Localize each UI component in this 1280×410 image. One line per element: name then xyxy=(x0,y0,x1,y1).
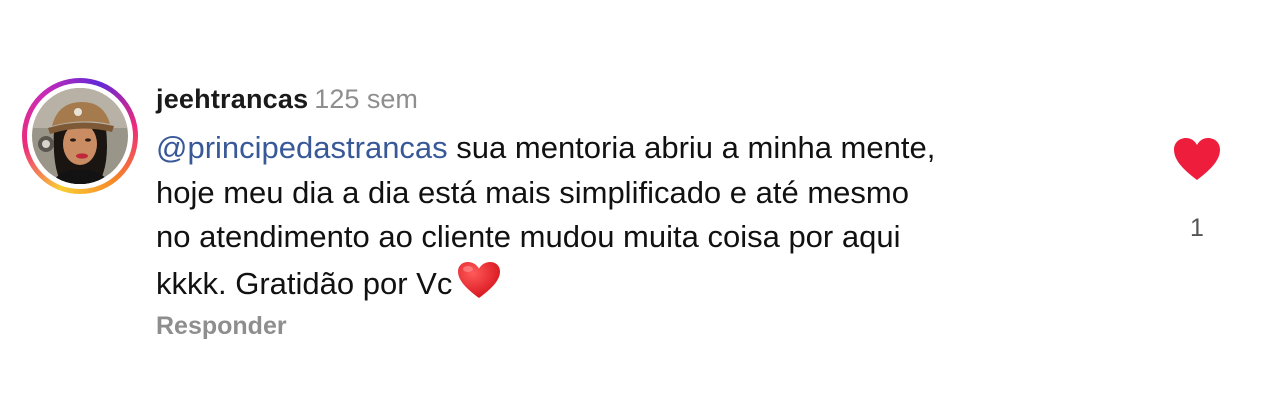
like-count: 1 xyxy=(1190,214,1204,242)
red-heart-emoji-icon xyxy=(456,260,502,313)
heart-icon xyxy=(1174,138,1220,180)
comment-text-line-1: sua mentoria abriu a minha mente, xyxy=(447,130,936,165)
timestamp: 125 sem xyxy=(314,84,418,114)
avatar-story-ring[interactable] xyxy=(22,78,138,194)
comment-text: @principedastrancas sua mentoria abriu a… xyxy=(156,126,1146,312)
like-button[interactable] xyxy=(1172,136,1222,182)
mention-link[interactable]: @principedastrancas xyxy=(156,130,448,165)
comment-text-line-3: no atendimento ao cliente mudou muita co… xyxy=(156,219,901,254)
comment: jeehtrancas 125 sem @principedastrancas s… xyxy=(0,0,1280,410)
avatar xyxy=(32,88,128,184)
comment-text-line-2: hoje meu dia a dia está mais simplificad… xyxy=(156,174,909,210)
comment-text-line-4: kkkk. Gratidão por Vc xyxy=(156,265,453,301)
comment-header: jeehtrancas 125 sem xyxy=(156,82,418,116)
avatar-ring-gap xyxy=(27,83,133,189)
reply-button[interactable]: Responder xyxy=(156,310,287,342)
username-link[interactable]: jeehtrancas xyxy=(156,84,308,114)
profile-photo xyxy=(32,88,128,184)
